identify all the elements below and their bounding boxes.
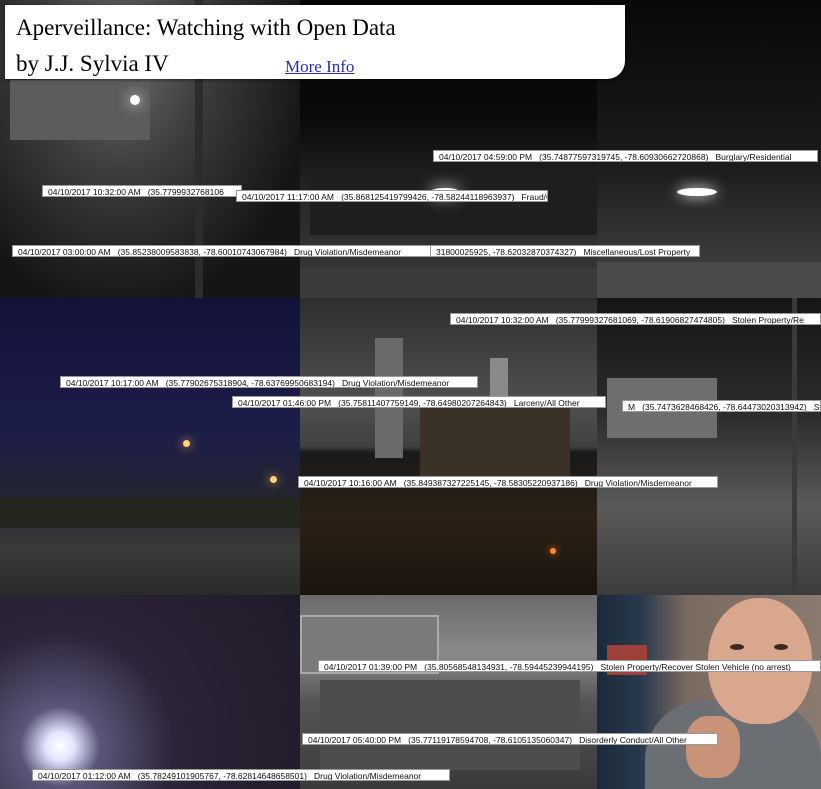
incident-label[interactable]: 04/10/2017 01:39:00 PM (35.8056854813493… xyxy=(318,660,821,672)
incident-label[interactable]: 04/10/2017 11:17:00 AM (35.8681254197994… xyxy=(236,190,548,202)
eye xyxy=(730,644,744,650)
header-card: Aperveillance: Watching with Open Data b… xyxy=(5,5,625,79)
light xyxy=(550,548,556,554)
shop-light xyxy=(677,188,717,196)
camera-feed-intersection xyxy=(597,298,821,595)
camera-feed-electronic-solutions xyxy=(300,595,597,789)
more-info-link[interactable]: More Info xyxy=(285,57,354,77)
street-light xyxy=(130,95,140,105)
incident-label[interactable]: 04/10/2017 03:00:00 AM (35.8523800958383… xyxy=(12,245,432,257)
building xyxy=(320,680,580,770)
incident-label[interactable]: M (35.7473628468426, -78.64473020313942)… xyxy=(622,400,821,412)
incident-label[interactable]: 04/10/2017 10:32:00 AM (35.7799932768106… xyxy=(450,313,821,325)
camera-feed-bright-light xyxy=(0,595,300,789)
incident-label[interactable]: 04/10/2017 01:46:00 PM (35.7581140775914… xyxy=(232,396,606,408)
incident-label[interactable]: 04/10/2017 05:40:00 PM (35.7711917859470… xyxy=(302,733,718,745)
storefront xyxy=(300,268,597,298)
incident-label[interactable]: 04/10/2017 10:17:00 AM (35.7790267531890… xyxy=(60,376,478,388)
tree-line xyxy=(0,498,300,528)
incident-label[interactable]: 04/10/2017 10:32:00 AM (35.7799932768106 xyxy=(42,185,242,197)
storefront xyxy=(597,262,821,298)
page-title: Aperveillance: Watching with Open Data xyxy=(16,15,396,40)
incident-label[interactable]: 04/10/2017 01:12:00 AM (35.7824910190576… xyxy=(32,769,450,781)
lamp xyxy=(183,440,190,447)
building xyxy=(310,175,597,235)
eye xyxy=(774,644,788,650)
camera-feed-park xyxy=(0,298,300,595)
author-byline: by J.J. Sylvia IV xyxy=(16,51,169,76)
lamp xyxy=(270,476,277,483)
camera-feed-skyline xyxy=(300,298,597,595)
lit-buildings xyxy=(420,408,570,478)
building xyxy=(10,80,150,140)
pole xyxy=(792,298,797,595)
person-hand xyxy=(686,716,740,778)
incident-label[interactable]: 04/10/2017 10:16:00 AM (35.8493873272251… xyxy=(298,476,718,488)
incident-label[interactable]: 04/10/2017 04:59:00 PM (35.7487759731974… xyxy=(433,150,818,162)
incident-label[interactable]: 31800025925, -78.62032870374327) Miscell… xyxy=(430,245,700,257)
